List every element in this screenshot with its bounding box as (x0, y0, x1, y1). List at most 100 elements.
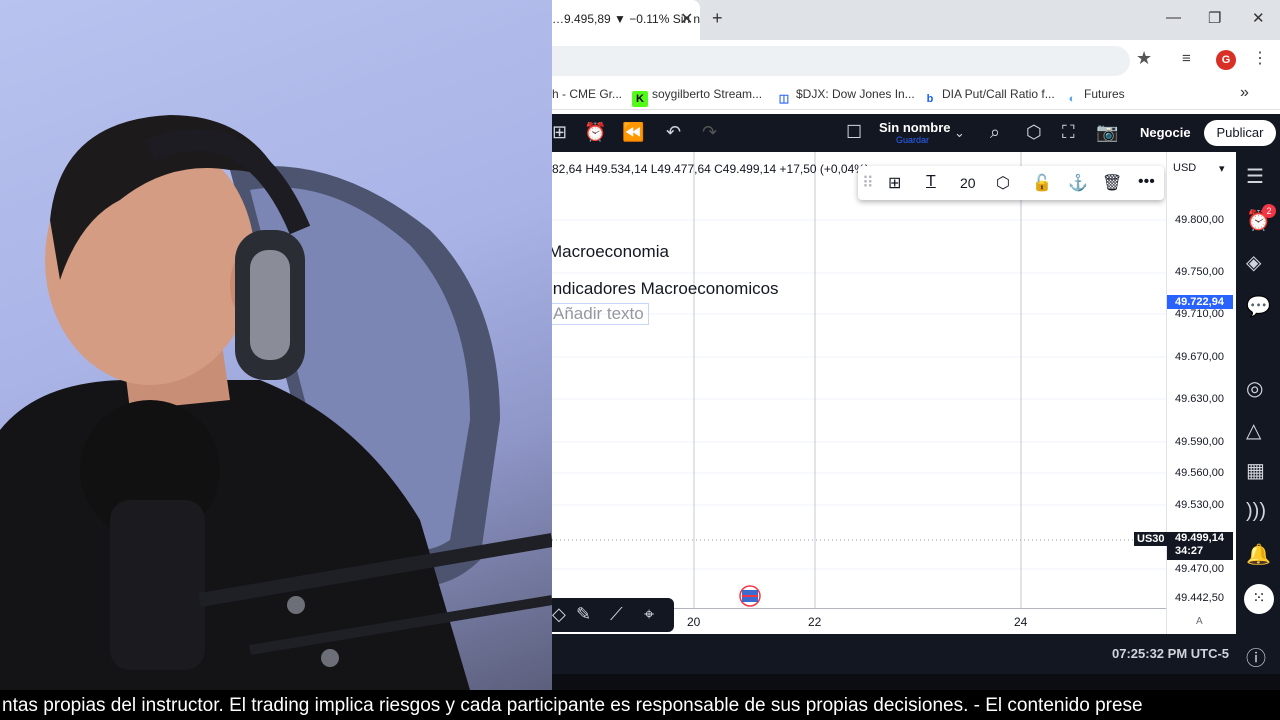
add-text-input[interactable]: Añadir texto (552, 303, 649, 325)
highlight-price-flag: 49.722,94 (1167, 295, 1233, 309)
layout-save-status: Guardar (896, 135, 930, 145)
close-window-icon[interactable]: ✕ (1252, 9, 1265, 27)
bookmark-kick[interactable]: Ksoygilberto Stream... (632, 87, 762, 107)
font-size-select[interactable]: 20 (960, 175, 976, 191)
streams-icon[interactable]: ))) (1246, 500, 1266, 523)
active-tab[interactable]: …9.495,89 ▼ −0.11% Sin n ✕ (552, 0, 700, 40)
alerts-badge: 2 (1262, 204, 1276, 218)
media-control-icon[interactable]: ≡ (1182, 50, 1191, 67)
last-price: 49.499,14 (1175, 532, 1224, 544)
ticker-text: ntas propias del instructor. El trading … (2, 695, 1143, 716)
maximize-icon[interactable]: ❐ (1208, 9, 1221, 27)
calendar-icon[interactable]: ▦ (1246, 458, 1265, 483)
ohlc-legend: 82,64 H49.534,14 L49.477,64 C49.499,14 +… (552, 162, 869, 176)
publish-button[interactable]: Publicar (1204, 120, 1276, 146)
brush-icon[interactable]: ✎ (576, 604, 591, 625)
address-input[interactable] (552, 46, 1130, 76)
settings-icon[interactable]: ⬡ (996, 173, 1010, 193)
camera-icon[interactable]: 📷 (1096, 122, 1118, 143)
chevron-down-icon[interactable]: ⌄ (954, 125, 965, 141)
taskbar-strip (552, 674, 1280, 690)
webcam-person-image (0, 115, 552, 690)
replay-icon[interactable]: ⏪ (622, 122, 644, 143)
fullscreen-icon[interactable]: ⛶ (1062, 122, 1075, 143)
bookmark-futures[interactable]: ◐ Futures (1064, 87, 1125, 107)
tradingview-icon: ◫ (778, 93, 790, 105)
templates-icon[interactable]: ⊞ (888, 173, 901, 193)
new-tab-icon[interactable]: + (712, 8, 723, 29)
tab-close-icon[interactable]: ✕ (680, 9, 693, 29)
price-label: 49.800,00 (1175, 214, 1224, 226)
price-label: 49.560,00 (1175, 467, 1224, 479)
layers-icon[interactable]: ◈ (1246, 250, 1261, 275)
clock-timezone[interactable]: 07:25:32 PM UTC-5 (1112, 646, 1229, 661)
undo-icon[interactable]: ↶ (666, 122, 681, 143)
more-icon[interactable]: ••• (1138, 173, 1155, 191)
status-bar: 07:25:32 PM UTC-5 (552, 634, 1236, 674)
chart-grid (552, 152, 1166, 608)
drawing-text-macroeconomia[interactable]: Macroeconomia (552, 242, 669, 262)
profile-avatar[interactable]: G (1216, 50, 1236, 70)
ideas-icon[interactable]: △ (1246, 418, 1261, 443)
quick-search-icon[interactable]: ⌕ (990, 122, 1000, 143)
bookmark-dia[interactable]: b DIA Put/Call Ratio f... (922, 87, 1055, 107)
chevron-down-icon[interactable]: ▾ (1219, 162, 1225, 175)
minimize-icon[interactable]: — (1166, 9, 1181, 26)
auto-scale-button[interactable]: A (1196, 616, 1203, 627)
bookmark-label: $DJX: Dow Jones In... (796, 87, 915, 101)
price-label: 49.670,00 (1175, 351, 1224, 363)
watchlist-icon[interactable]: ☰ (1246, 164, 1264, 189)
bar-countdown: 34:27 (1175, 545, 1204, 557)
webcam-feed (0, 0, 552, 690)
help-icon[interactable]: ⓘ (1246, 642, 1266, 671)
trash-icon[interactable]: 🗑 (1102, 173, 1122, 193)
layout-checkbox-icon[interactable]: ☐ (846, 122, 862, 143)
browser-window: …9.495,89 ▼ −0.11% Sin n ✕ + — ❐ ✕ ★ ≡ G… (552, 0, 1280, 690)
price-label: 49.750,00 (1175, 266, 1224, 278)
redo-icon[interactable]: ↷ (702, 122, 717, 143)
trade-button[interactable]: Negocie (1132, 120, 1199, 146)
price-axis[interactable]: USD ▾ 49.800,00 49.750,00 49.722,94 49.7… (1166, 152, 1236, 634)
bookmark-label: Futures (1084, 87, 1125, 101)
alert-clock-icon[interactable]: ⏰ (584, 122, 606, 143)
indicators-icon[interactable]: ⊞ (552, 122, 567, 143)
price-label: 49.530,00 (1175, 499, 1224, 511)
price-label: 49.442,50 (1175, 592, 1224, 604)
browser-menu-icon[interactable]: ⋮ (1252, 48, 1268, 68)
right-widget-bar: ☰ ⏰ 2 ◈ 💬 ◎ △ ▦ ))) 🔔 ⁙ ⓘ (1236, 152, 1280, 690)
trend-line-icon[interactable]: ⟋ (610, 604, 623, 625)
chart-pane[interactable]: 82,64 H49.534,14 L49.477,64 C49.499,14 +… (552, 152, 1166, 608)
drag-handle-icon[interactable]: ⠿ (862, 173, 874, 193)
anchor-icon[interactable]: ⚓ (1068, 173, 1088, 193)
shape-icon[interactable]: ◇ (552, 604, 566, 625)
bookmark-cme[interactable]: h - CME Gr... (552, 87, 622, 101)
settings-hex-icon[interactable]: ⬡ (1026, 122, 1042, 143)
more-bookmarks-icon[interactable]: » (1240, 84, 1249, 102)
path-icon[interactable]: ⌖ (644, 604, 654, 625)
price-label: 49.630,00 (1175, 393, 1224, 405)
price-label: 49.470,00 (1175, 563, 1224, 575)
currency-select[interactable]: USD (1173, 162, 1196, 174)
bookmark-label: h - CME Gr... (552, 87, 623, 101)
bookmarks-bar: h - CME Gr... Ksoygilberto Stream... ◫ $D… (552, 80, 1280, 110)
notifications-icon[interactable]: 🔔 (1246, 542, 1271, 567)
target-icon[interactable]: ◎ (1246, 376, 1263, 401)
drawing-text-indicadores[interactable]: Indicadores Macroeconomicos (552, 279, 779, 299)
layout-name[interactable]: Sin nombre (879, 120, 951, 135)
text-color-icon[interactable]: T (926, 173, 936, 191)
bookmark-label: soygilberto Stream... (652, 87, 763, 101)
last-price-flag: 49.499,14 34:27 (1167, 532, 1233, 560)
price-label: 49.710,00 (1175, 308, 1224, 320)
bookmark-star-icon[interactable]: ★ (1136, 48, 1152, 69)
bookmark-djx[interactable]: ◫ $DJX: Dow Jones In... (776, 87, 915, 107)
disclaimer-ticker: ntas propias del instructor. El trading … (0, 690, 1280, 720)
tab-strip: …9.495,89 ▼ −0.11% Sin n ✕ + — ❐ ✕ (552, 0, 1280, 40)
tv-top-toolbar: ⊞ ⏰ ⏪ ↶ ↷ ☐ Sin nombre Guardar ⌄ ⌕ ⬡ ⛶ 📷… (552, 114, 1280, 152)
chat-icon[interactable]: 💬 (1246, 294, 1271, 319)
text-drawing-toolbar: ⠿ ⊞ T 20 ⬡ 🔓 ⚓ 🗑 ••• (858, 166, 1164, 200)
time-label: 24 (1014, 615, 1028, 629)
products-grid-icon[interactable]: ⁙ (1244, 584, 1274, 614)
screen: …9.495,89 ▼ −0.11% Sin n ✕ + — ❐ ✕ ★ ≡ G… (0, 0, 1280, 720)
symbol-tag: US30 (1134, 532, 1168, 546)
lock-icon[interactable]: 🔓 (1032, 173, 1052, 193)
